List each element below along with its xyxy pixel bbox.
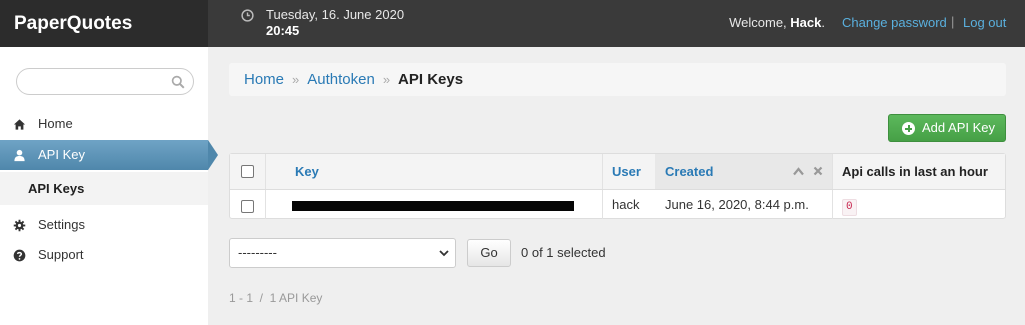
- current-time: 20:45: [266, 23, 300, 38]
- add-api-key-label: Add API Key: [922, 120, 995, 135]
- welcome-message: Welcome, Hack.: [729, 15, 825, 30]
- header-separator: |: [951, 14, 955, 29]
- column-divider: [265, 190, 266, 219]
- sort-key-link[interactable]: Key: [295, 164, 319, 179]
- breadcrumb-authtoken[interactable]: Authtoken: [307, 71, 375, 88]
- plus-circle-icon: [902, 122, 915, 135]
- cell-api-calls: 0: [832, 190, 857, 220]
- breadcrumb: Home » Authtoken » API Keys: [229, 63, 1006, 96]
- sidebar-item-api-key[interactable]: API Key: [0, 140, 218, 170]
- sidebar-item-label: Home: [38, 116, 73, 131]
- add-api-key-button[interactable]: Add API Key: [888, 114, 1006, 142]
- breadcrumb-current: API Keys: [398, 71, 464, 88]
- sidebar-item-label: API Key: [38, 147, 85, 162]
- cell-user: hack: [612, 197, 640, 212]
- remove-sort-icon[interactable]: [813, 166, 823, 176]
- sidebar-item-label: Support: [38, 247, 84, 262]
- sidebar-item-home[interactable]: Home: [0, 109, 208, 139]
- bulk-action-select[interactable]: ---------: [229, 238, 456, 268]
- breadcrumb-home[interactable]: Home: [244, 71, 284, 88]
- api-calls-badge: 0: [842, 199, 857, 216]
- search-input[interactable]: [17, 69, 167, 94]
- column-divider: [265, 154, 266, 189]
- username: Hack: [790, 15, 822, 30]
- selection-counter: 0 of 1 selected: [521, 245, 606, 260]
- user-icon: [14, 149, 25, 162]
- sort-user-link[interactable]: User: [612, 164, 641, 179]
- sidebar-item-settings[interactable]: Settings: [0, 210, 208, 240]
- cell-created: June 16, 2020, 8:44 p.m.: [665, 197, 809, 212]
- sidebar-item-support[interactable]: Support: [0, 240, 208, 270]
- column-header-user[interactable]: User: [602, 154, 655, 189]
- column-header-api-calls: Api calls in last an hour: [842, 164, 988, 179]
- bulk-action-value: ---------: [238, 245, 277, 260]
- sort-ascending-icon[interactable]: [793, 167, 804, 176]
- change-password-link[interactable]: Change password: [842, 15, 947, 30]
- brand-logo[interactable]: PaperQuotes: [0, 0, 208, 47]
- sidebar: Home API Key API Keys Settings Support: [0, 47, 218, 325]
- go-button[interactable]: Go: [467, 239, 511, 267]
- redacted-key: [292, 201, 574, 211]
- clock-icon: [241, 9, 254, 22]
- chevron-down-icon: [439, 250, 449, 257]
- home-icon: [13, 119, 26, 130]
- sidebar-item-label: Settings: [38, 217, 85, 232]
- row-checkbox[interactable]: [241, 200, 254, 213]
- table-header: Key User Created Api calls in last an ho…: [230, 154, 1005, 190]
- api-keys-table: Key User Created Api calls in last an ho…: [229, 153, 1006, 219]
- sidebar-search: [16, 68, 194, 95]
- search-icon[interactable]: [171, 75, 185, 89]
- top-header: PaperQuotes Tuesday, 16. June 2020 20:45…: [0, 0, 1025, 47]
- select-all-checkbox[interactable]: [241, 165, 254, 178]
- gear-icon: [13, 219, 26, 232]
- sort-created-link[interactable]: Created: [665, 164, 713, 179]
- sidebar-item-api-keys[interactable]: API Keys: [0, 172, 208, 205]
- column-header-key[interactable]: Key: [285, 154, 602, 189]
- current-date: Tuesday, 16. June 2020: [266, 7, 405, 22]
- question-icon: [13, 249, 26, 262]
- breadcrumb-separator: »: [292, 72, 300, 87]
- breadcrumb-separator: »: [382, 72, 391, 87]
- paginator: 1 - 1 / 1 API Key: [229, 291, 323, 305]
- logout-link[interactable]: Log out: [963, 15, 1006, 30]
- column-header-created[interactable]: Created: [655, 154, 832, 189]
